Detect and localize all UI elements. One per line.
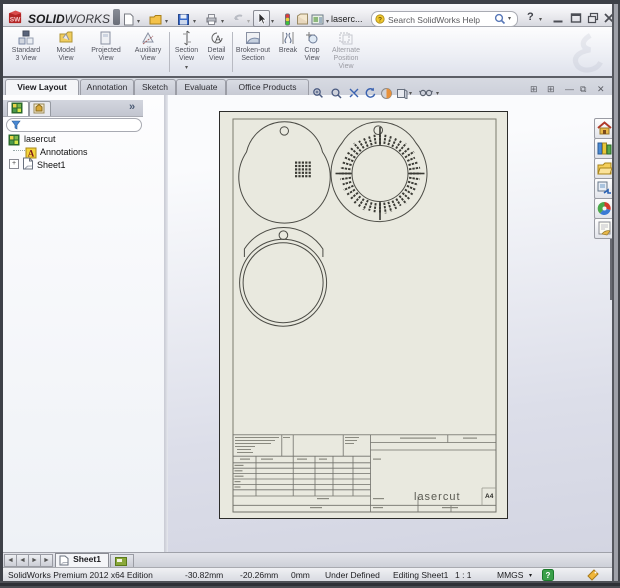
svg-text:?: ? [546, 571, 551, 580]
svg-text:?: ? [378, 17, 382, 24]
svg-text:SW: SW [10, 16, 21, 23]
svg-text:A4: A4 [485, 493, 494, 500]
svg-text:A: A [214, 34, 220, 44]
svg-text:lasercut: lasercut [414, 491, 461, 503]
